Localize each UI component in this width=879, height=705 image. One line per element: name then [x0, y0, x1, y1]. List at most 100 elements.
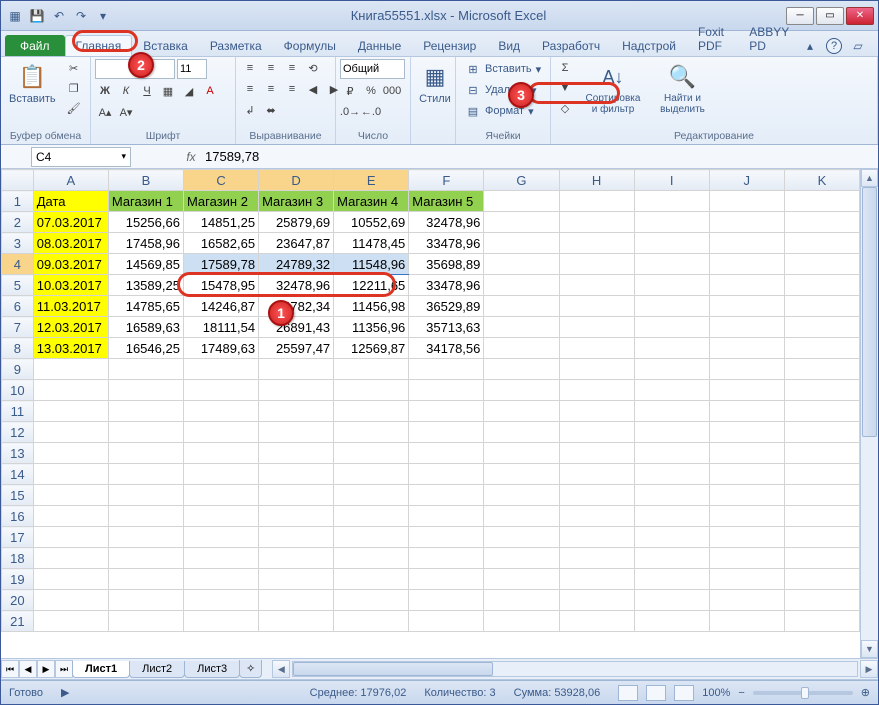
align-bottom-icon[interactable]: ≡ — [282, 59, 302, 77]
number-format-select[interactable] — [340, 59, 405, 79]
cell[interactable] — [484, 317, 559, 338]
cell[interactable] — [634, 317, 709, 338]
row-header[interactable]: 6 — [2, 296, 34, 317]
cell[interactable] — [409, 611, 484, 632]
cell[interactable] — [784, 296, 859, 317]
cell[interactable] — [334, 359, 409, 380]
ribbon-options-icon[interactable]: ▱ — [848, 36, 868, 56]
cell[interactable] — [259, 464, 334, 485]
align-middle-icon[interactable]: ≡ — [261, 59, 281, 77]
shrink-font-icon[interactable]: A▾ — [116, 103, 136, 121]
cell[interactable] — [784, 401, 859, 422]
cell[interactable] — [784, 191, 859, 212]
cell[interactable]: Магазин 3 — [259, 191, 334, 212]
cell[interactable] — [183, 422, 258, 443]
cell[interactable] — [559, 296, 634, 317]
cell[interactable] — [259, 569, 334, 590]
undo-icon[interactable]: ↶ — [49, 6, 69, 26]
cell[interactable] — [108, 380, 183, 401]
cell[interactable] — [709, 275, 784, 296]
cell[interactable] — [183, 548, 258, 569]
cell[interactable] — [108, 548, 183, 569]
cell[interactable] — [559, 464, 634, 485]
row-header[interactable]: 5 — [2, 275, 34, 296]
tab-home[interactable]: Главная — [65, 35, 133, 56]
bold-icon[interactable]: Ж — [95, 82, 115, 100]
cell[interactable] — [183, 506, 258, 527]
cell[interactable]: 12211,65 — [334, 275, 409, 296]
cell[interactable] — [33, 464, 108, 485]
fill-color-icon[interactable]: ◢ — [179, 82, 199, 100]
cell[interactable] — [33, 359, 108, 380]
cell[interactable] — [559, 254, 634, 275]
cell[interactable]: Дата — [33, 191, 108, 212]
cell[interactable]: 15256,66 — [108, 212, 183, 233]
cell[interactable] — [709, 569, 784, 590]
cell[interactable]: 23647,87 — [259, 233, 334, 254]
cell[interactable] — [484, 296, 559, 317]
cell[interactable] — [559, 611, 634, 632]
cell[interactable] — [559, 506, 634, 527]
cell[interactable]: 16589,63 — [108, 317, 183, 338]
cell[interactable]: 14782,34 — [259, 296, 334, 317]
cell[interactable] — [33, 569, 108, 590]
row-header[interactable]: 15 — [2, 485, 34, 506]
cell[interactable] — [484, 254, 559, 275]
format-painter-icon[interactable]: 🖌 — [64, 99, 84, 117]
cell[interactable] — [108, 359, 183, 380]
zoom-in-icon[interactable]: ⊕ — [861, 686, 870, 699]
new-sheet-icon[interactable]: ✧ — [239, 660, 262, 678]
save-icon[interactable]: 💾 — [27, 6, 47, 26]
cell[interactable] — [484, 485, 559, 506]
cell[interactable]: 17589,78 — [183, 254, 258, 275]
cell[interactable] — [709, 590, 784, 611]
cell[interactable] — [784, 254, 859, 275]
cell[interactable] — [784, 569, 859, 590]
row-header[interactable]: 17 — [2, 527, 34, 548]
sheet-tab-3[interactable]: Лист3 — [184, 661, 240, 678]
cell[interactable]: 14246,87 — [183, 296, 258, 317]
cell[interactable] — [559, 380, 634, 401]
cell[interactable] — [559, 443, 634, 464]
cell[interactable] — [33, 611, 108, 632]
border-icon[interactable]: ▦ — [158, 82, 178, 100]
fx-icon[interactable]: fx — [181, 150, 201, 164]
cell[interactable] — [559, 191, 634, 212]
cell[interactable] — [709, 611, 784, 632]
cell[interactable] — [334, 569, 409, 590]
tab-developer[interactable]: Разработч — [531, 35, 611, 56]
cell[interactable] — [484, 506, 559, 527]
cell[interactable] — [484, 590, 559, 611]
cell[interactable] — [484, 380, 559, 401]
cell[interactable] — [559, 212, 634, 233]
cell[interactable]: Магазин 1 — [108, 191, 183, 212]
cell[interactable]: 17458,96 — [108, 233, 183, 254]
cell[interactable] — [334, 611, 409, 632]
cell[interactable] — [784, 317, 859, 338]
cell[interactable] — [784, 590, 859, 611]
view-layout-icon[interactable] — [646, 685, 666, 701]
percent-icon[interactable]: % — [361, 82, 381, 100]
sheet-prev-icon[interactable]: ◀ — [19, 660, 37, 678]
cell[interactable] — [259, 506, 334, 527]
cell[interactable]: 11.03.2017 — [33, 296, 108, 317]
cell[interactable]: 13589,25 — [108, 275, 183, 296]
tab-view[interactable]: Вид — [487, 35, 531, 56]
cell[interactable]: 25879,69 — [259, 212, 334, 233]
cell[interactable] — [784, 233, 859, 254]
insert-cells-button[interactable]: ⊞ Вставить ▾ — [460, 59, 546, 79]
redo-icon[interactable]: ↷ — [71, 6, 91, 26]
tab-formulas[interactable]: Формулы — [273, 35, 347, 56]
find-select-button[interactable]: 🔍 Найти и выделить — [651, 59, 714, 117]
row-header[interactable]: 20 — [2, 590, 34, 611]
cell[interactable] — [634, 212, 709, 233]
cell[interactable] — [259, 359, 334, 380]
sheet-tab-1[interactable]: Лист1 — [72, 661, 130, 678]
cell[interactable] — [709, 233, 784, 254]
cell[interactable] — [259, 527, 334, 548]
cell[interactable] — [634, 422, 709, 443]
cell[interactable] — [709, 464, 784, 485]
row-header[interactable]: 8 — [2, 338, 34, 359]
cell[interactable] — [634, 443, 709, 464]
cell[interactable] — [709, 212, 784, 233]
